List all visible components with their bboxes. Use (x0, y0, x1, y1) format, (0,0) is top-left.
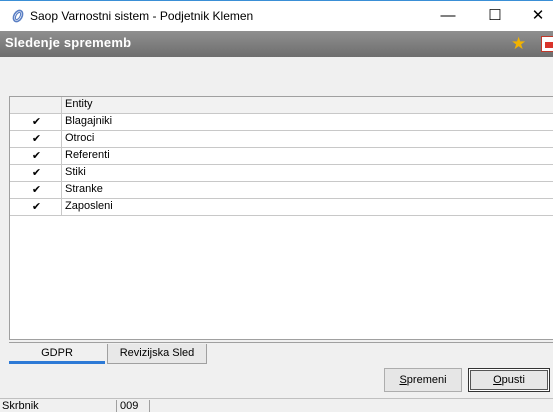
row-checkbox[interactable]: ✔ (30, 150, 43, 162)
minimize-button[interactable]: — (426, 1, 470, 31)
status-user: Skrbnik (0, 400, 117, 412)
column-header-entity[interactable]: Entity (65, 98, 93, 110)
opusti-accel: O (493, 374, 502, 386)
row-checkbox[interactable]: ✔ (30, 116, 43, 128)
window-title: Saop Varnostni sistem - Podjetnik Klemen (30, 9, 254, 23)
opusti-button[interactable]: Opusti (468, 368, 550, 392)
entity-cell: Stiki (65, 166, 86, 178)
status-code: 009 (118, 400, 150, 412)
row-checkbox[interactable]: ✔ (30, 184, 43, 196)
tab-revizijska-sled[interactable]: Revizijska Sled (107, 344, 207, 364)
table-row[interactable]: ✔ Stiki (10, 165, 553, 182)
grid-header-check-column (10, 97, 62, 113)
row-checkbox[interactable]: ✔ (30, 167, 43, 179)
close-button[interactable]: ✕ (516, 1, 553, 31)
spremeni-label: premeni (406, 374, 447, 386)
module-header: Sledenje sprememb ★ (0, 31, 553, 57)
pdf-report-icon[interactable] (541, 36, 553, 52)
page-title: Sledenje sprememb (5, 35, 132, 50)
spremeni-accel: S (399, 374, 407, 386)
table-row[interactable]: ✔ Blagajniki (10, 114, 553, 131)
entity-cell: Otroci (65, 132, 95, 144)
opusti-label: pusti (501, 374, 525, 386)
entity-grid: Entity ✔ Blagajniki ✔ Otroci ✔ Referenti… (9, 96, 553, 340)
app-logo-icon (12, 9, 24, 23)
title-bar: Saop Varnostni sistem - Podjetnik Klemen… (0, 0, 553, 31)
table-row[interactable]: ✔ Zaposleni (10, 199, 553, 216)
spremeni-button[interactable]: Spremeni (384, 368, 462, 392)
star-icon[interactable]: ★ (511, 34, 526, 54)
table-row[interactable]: ✔ Stranke (10, 182, 553, 199)
row-checkbox[interactable]: ✔ (30, 201, 43, 213)
entity-cell: Zaposleni (65, 200, 113, 212)
tab-gdpr[interactable]: GDPR (9, 344, 105, 364)
maximize-button[interactable]: ☐ (473, 1, 517, 31)
tab-strip: GDPR Revizijska Sled (9, 342, 553, 366)
status-bar: Skrbnik 009 (0, 398, 553, 412)
entity-cell: Referenti (65, 149, 110, 161)
entity-cell: Blagajniki (65, 115, 113, 127)
table-row[interactable]: ✔ Otroci (10, 131, 553, 148)
entity-cell: Stranke (65, 183, 103, 195)
grid-header-row: Entity (10, 97, 553, 114)
row-checkbox[interactable]: ✔ (30, 133, 43, 145)
table-row[interactable]: ✔ Referenti (10, 148, 553, 165)
